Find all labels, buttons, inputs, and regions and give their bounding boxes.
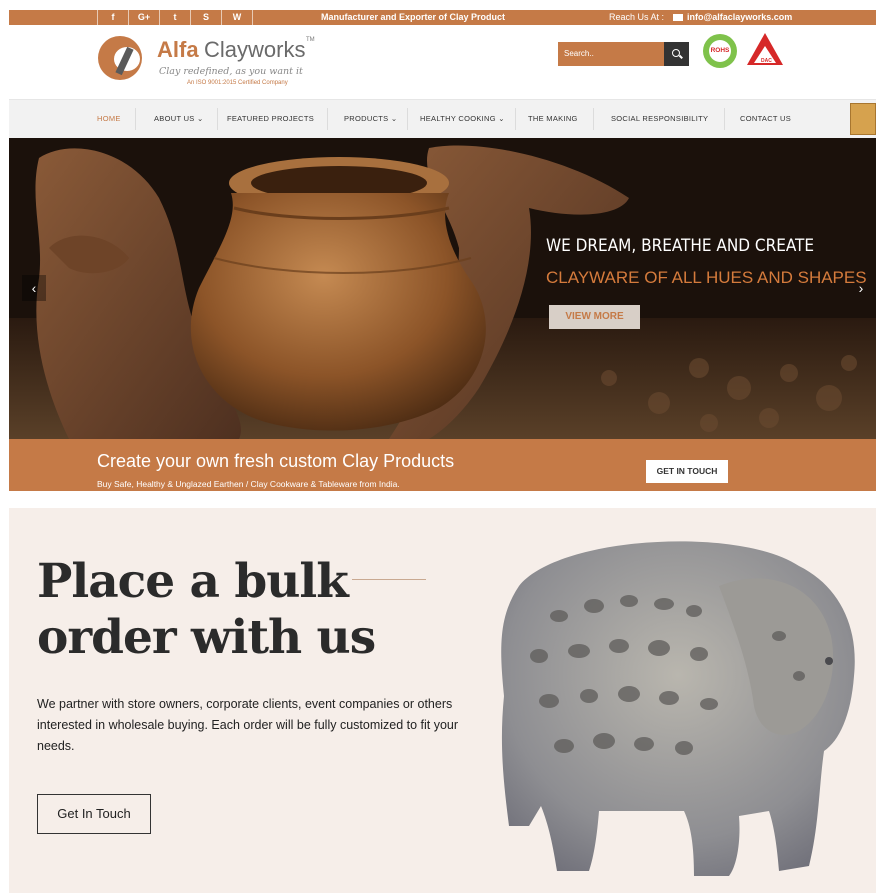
hero-slider: ‹ › WE DREAM, BREATHE AND CREATE CLAYWAR…: [9, 138, 876, 439]
hero-image: [9, 138, 876, 439]
rohs-badge-label: ROHS: [709, 40, 731, 62]
divider: [352, 579, 426, 580]
nav-the-making[interactable]: THE MAKING: [528, 100, 578, 138]
email-link[interactable]: info@alfaclayworks.com: [673, 10, 792, 25]
nav-healthy-cooking[interactable]: HEALTHY COOKING ⌄: [420, 100, 505, 138]
whatsapp-icon[interactable]: W: [221, 10, 253, 25]
view-more-button[interactable]: VIEW MORE: [549, 305, 640, 329]
prev-slide-button[interactable]: ‹: [22, 275, 46, 301]
logo-tm: TM: [306, 37, 315, 43]
search-button[interactable]: [664, 42, 689, 66]
nav-home[interactable]: HOME: [97, 100, 121, 138]
cta-band: Create your own fresh custom Clay Produc…: [9, 439, 876, 491]
mail-icon: [673, 14, 683, 21]
chevron-down-icon: ⌄: [390, 114, 398, 123]
nav-featured-projects[interactable]: FEATURED PROJECTS: [227, 100, 314, 138]
nav-about-us[interactable]: ABOUT US ⌄: [154, 100, 204, 138]
chevron-down-icon: ⌄: [197, 114, 204, 123]
hero-headline: WE DREAM, BREATHE AND CREATE: [546, 236, 814, 256]
bulk-get-in-touch-button[interactable]: Get In Touch: [37, 794, 151, 834]
logo-brand-alfa: Alfa: [157, 37, 199, 62]
logo-iso-text: An ISO 9001:2015 Certified Company: [187, 80, 288, 86]
tagline: Manufacturer and Exporter of Clay Produc…: [321, 12, 506, 22]
hero-subheadline: CLAYWARE OF ALL HUES AND SHAPES: [546, 268, 867, 287]
facebook-icon[interactable]: f: [97, 10, 128, 25]
reach-label: Reach Us At :: [609, 12, 665, 22]
nav-contact-us[interactable]: CONTACT US: [740, 100, 791, 138]
nav-products[interactable]: PRODUCTS ⌄: [344, 100, 397, 138]
site-header: Alfa Clayworks TM Clay redefined, as you…: [9, 25, 876, 99]
twitter-icon[interactable]: t: [159, 10, 190, 25]
bulk-description: We partner with store owners, corporate …: [37, 697, 459, 753]
google-plus-icon[interactable]: G+: [128, 10, 159, 25]
logo-slogan: Clay redefined, as you want it: [159, 66, 303, 77]
cta-subtitle: Buy Safe, Healthy & Unglazed Earthen / C…: [97, 479, 400, 489]
search-input[interactable]: [558, 42, 664, 66]
elephant-image: [501, 541, 855, 876]
bulk-title: Place a bulk order with us: [37, 554, 376, 665]
clock-icon[interactable]: [850, 103, 876, 135]
chevron-down-icon: ⌄: [498, 114, 505, 123]
social-links: f G+ t S W: [97, 10, 253, 25]
logo-brand-clayworks: Clayworks: [204, 37, 306, 62]
email-text: info@alfaclayworks.com: [687, 12, 793, 22]
top-bar: f G+ t S W Manufacturer and Exporter of …: [9, 10, 876, 25]
main-nav: HOME ABOUT US ⌄ FEATURED PROJECTS PRODUC…: [9, 99, 876, 138]
bulk-order-section: Place a bulk order with us We partner wi…: [9, 508, 876, 893]
nav-social-responsibility[interactable]: SOCIAL RESPONSIBILITY: [611, 100, 708, 138]
cta-title: Create your own fresh custom Clay Produc…: [97, 451, 455, 471]
skype-icon[interactable]: S: [190, 10, 221, 25]
dac-badge-label: DAC: [761, 58, 772, 64]
get-in-touch-button[interactable]: GET IN TOUCH: [646, 460, 728, 483]
